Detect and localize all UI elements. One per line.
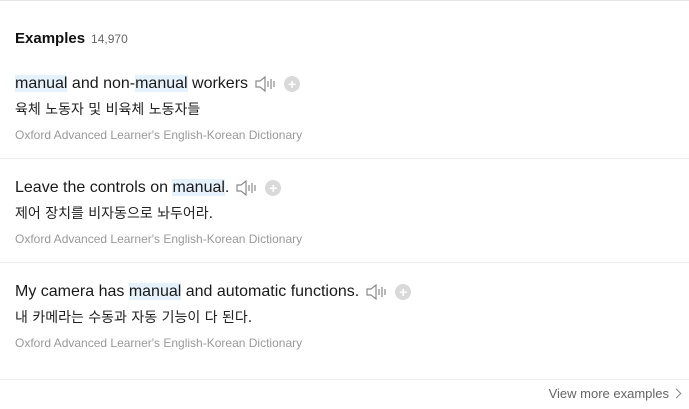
examples-header: Examples 14,970: [15, 30, 128, 47]
examples-title: Examples: [15, 30, 86, 47]
sentence-text: workers: [187, 75, 249, 92]
sentence-text: My camera has: [15, 283, 129, 300]
speaker-icon[interactable]: [235, 178, 257, 198]
sentence-text: and non-: [67, 75, 136, 92]
sentence-text: Leave the controls on: [15, 179, 173, 196]
example-korean: 제어 장치를 비자동으로 놔두어라.: [15, 206, 214, 222]
example-item: My camera has manual and automatic funct…: [15, 281, 689, 350]
view-more-label: View more examples: [548, 386, 669, 401]
example-source: Oxford Advanced Learner's English-Korean…: [15, 336, 303, 350]
example-sentence: Leave the controls on manual. +: [15, 177, 689, 199]
example-source: Oxford Advanced Learner's English-Korean…: [15, 232, 303, 246]
example-item: manual and non-manual workers + 육체 노동자 및…: [15, 73, 689, 142]
example-sentence: My camera has manual and automatic funct…: [15, 281, 689, 303]
speaker-icon[interactable]: [365, 282, 387, 302]
example-source: Oxford Advanced Learner's English-Korean…: [15, 128, 303, 142]
add-to-wordbook-button[interactable]: +: [265, 180, 282, 196]
example-english: manual and non-manual workers: [15, 75, 248, 93]
examples-panel: Examples 14,970 manual and non-manual wo…: [0, 0, 689, 409]
example-korean: 내 카메라는 수동과 자동 기능이 다 된다.: [15, 310, 253, 326]
example-item: Leave the controls on manual. + 제어 장치를 비…: [15, 177, 689, 246]
examples-count: 14,970: [91, 32, 128, 46]
example-english: My camera has manual and automatic funct…: [15, 283, 359, 301]
example-korean: 육체 노동자 및 비육체 노동자들: [15, 102, 201, 118]
footer-divider: [0, 379, 689, 380]
view-more-examples-link[interactable]: View more examples: [548, 386, 682, 401]
highlighted-keyword: manual: [135, 75, 188, 92]
speaker-icon[interactable]: [254, 74, 276, 94]
divider: [0, 262, 689, 263]
plus-icon: +: [399, 284, 408, 300]
add-to-wordbook-button[interactable]: +: [395, 284, 412, 300]
plus-icon: +: [269, 180, 278, 196]
highlighted-keyword: manual: [15, 75, 68, 92]
plus-icon: +: [287, 76, 297, 92]
highlighted-keyword: manual: [128, 283, 182, 300]
sentence-text: .: [224, 179, 230, 196]
example-english: Leave the controls on manual.: [15, 179, 229, 197]
example-sentence: manual and non-manual workers +: [15, 73, 689, 95]
divider: [0, 158, 689, 159]
chevron-right-icon: [671, 388, 682, 399]
add-to-wordbook-button[interactable]: +: [284, 76, 301, 92]
highlighted-keyword: manual: [172, 179, 225, 196]
sentence-text: and automatic functions.: [181, 283, 360, 300]
